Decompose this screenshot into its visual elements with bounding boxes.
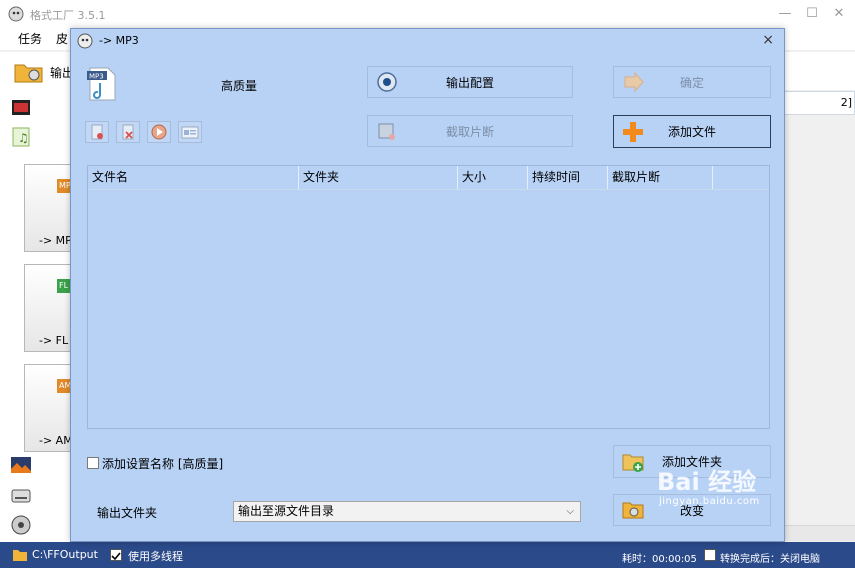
col-cut[interactable]: 截取片断 <box>608 166 713 189</box>
col-size[interactable]: 大小 <box>458 166 528 189</box>
multithread-checkbox[interactable] <box>110 549 122 561</box>
play-button[interactable] <box>147 121 171 143</box>
output-config-label: 输出配置 <box>445 75 494 90</box>
dialog-app-icon <box>77 33 93 49</box>
multithread-label: 使用多线程 <box>128 550 183 563</box>
confirm-button[interactable]: 确定 <box>613 66 771 98</box>
add-name-checkbox[interactable] <box>87 457 99 469</box>
table-header: 文件名 文件夹 大小 持续时间 截取片断 <box>88 166 769 190</box>
dialog-title: -> MP3 <box>99 34 139 47</box>
main-titlebar: 格式工厂 3.5.1 — ☐ ✕ <box>0 0 855 28</box>
card-label: -> FL <box>39 334 69 347</box>
dialog-close-button[interactable]: × <box>762 32 774 48</box>
menu-skin[interactable]: 皮 <box>56 30 68 47</box>
add-file-button[interactable]: 添加文件 <box>613 115 771 148</box>
video-category-icon[interactable] <box>10 96 32 118</box>
maximize-button[interactable]: ☐ <box>798 4 826 24</box>
shutdown-label: 转换完成后：关闭电脑 <box>720 554 820 565</box>
watermark-url: jingyan.baidu.com <box>659 496 760 507</box>
output-folder-value: 输出至源文件目录 <box>238 504 335 518</box>
folder-icon <box>14 64 43 83</box>
cut-segment-button[interactable]: 截取片断 <box>367 115 573 147</box>
col-folder[interactable]: 文件夹 <box>299 166 458 189</box>
mp3-icon-text: MP3 <box>89 73 104 81</box>
mp3-file-icon: MP3 <box>87 67 116 101</box>
output-folder-icon[interactable] <box>12 548 28 562</box>
status-bar: C:\FFOutput 使用多线程 耗时：00:00:05 转换完成后：关闭电脑 <box>0 542 855 568</box>
card-label: -> AM <box>39 434 73 447</box>
menu-tasks[interactable]: 任务 <box>18 30 42 47</box>
watermark-logo-text: Bai 经验 <box>657 468 757 496</box>
file-list-table[interactable]: 文件名 文件夹 大小 持续时间 截取片断 <box>87 165 770 429</box>
tools-category-icon[interactable] <box>10 514 32 536</box>
mp3-format-card[interactable]: MP -> MP <box>24 164 73 252</box>
shutdown-checkbox[interactable] <box>704 549 716 561</box>
info-card-icon <box>181 126 199 139</box>
app-title: 格式工厂 3.5.1 <box>30 9 106 22</box>
output-config-button[interactable]: 输出配置 <box>367 66 573 98</box>
cut-segment-label: 截取片断 <box>445 124 494 139</box>
col-duration[interactable]: 持续时间 <box>528 166 608 189</box>
elapsed-time: 耗时：00:00:05 <box>622 554 697 565</box>
audio-category-icon[interactable]: ♫ <box>10 126 32 148</box>
quality-label: 高质量 <box>221 79 258 93</box>
remove-file-button[interactable] <box>85 121 109 143</box>
amr-format-card[interactable]: AM -> AM <box>24 364 73 452</box>
output-folder-select[interactable]: 输出至源文件目录 ⌵ <box>233 501 581 522</box>
confirm-label: 确定 <box>679 75 704 90</box>
rom-device-icon[interactable] <box>10 484 32 506</box>
add-file-label: 添加文件 <box>667 125 716 139</box>
image-category-icon[interactable] <box>10 454 32 476</box>
task-list-row[interactable]: 2] <box>783 91 855 115</box>
flac-format-card[interactable]: FL -> FL <box>24 264 73 352</box>
play-icon <box>151 124 167 140</box>
main-close-button[interactable]: ✕ <box>825 4 853 24</box>
minimize-button[interactable]: — <box>771 4 799 24</box>
app-logo-icon <box>8 6 24 22</box>
left-sidebar: ♫ MP -> MP FL -> FL AM -> AM <box>0 90 73 542</box>
output-path[interactable]: C:\FFOutput <box>32 548 98 561</box>
output-folder-label: 输出文件夹 <box>97 506 158 520</box>
card-label: -> MP <box>39 234 72 247</box>
file-info-button[interactable] <box>178 121 202 143</box>
check-icon <box>111 552 121 561</box>
output-folder-button[interactable]: 输出 <box>14 58 74 86</box>
dialog-titlebar: -> MP3 × <box>71 29 784 53</box>
add-name-label: 添加设置名称 [高质量] <box>102 457 224 471</box>
baidu-watermark: Bai 经验 jingyan.baidu.com <box>653 460 813 530</box>
col-filename[interactable]: 文件名 <box>88 166 299 189</box>
svg-text:♫: ♫ <box>18 131 29 145</box>
task-row-text: 2] <box>840 96 852 109</box>
clear-list-button[interactable] <box>116 121 140 143</box>
file-remove-icon <box>91 124 103 140</box>
clear-x-icon <box>122 124 134 140</box>
chevron-down-icon: ⌵ <box>566 506 574 517</box>
